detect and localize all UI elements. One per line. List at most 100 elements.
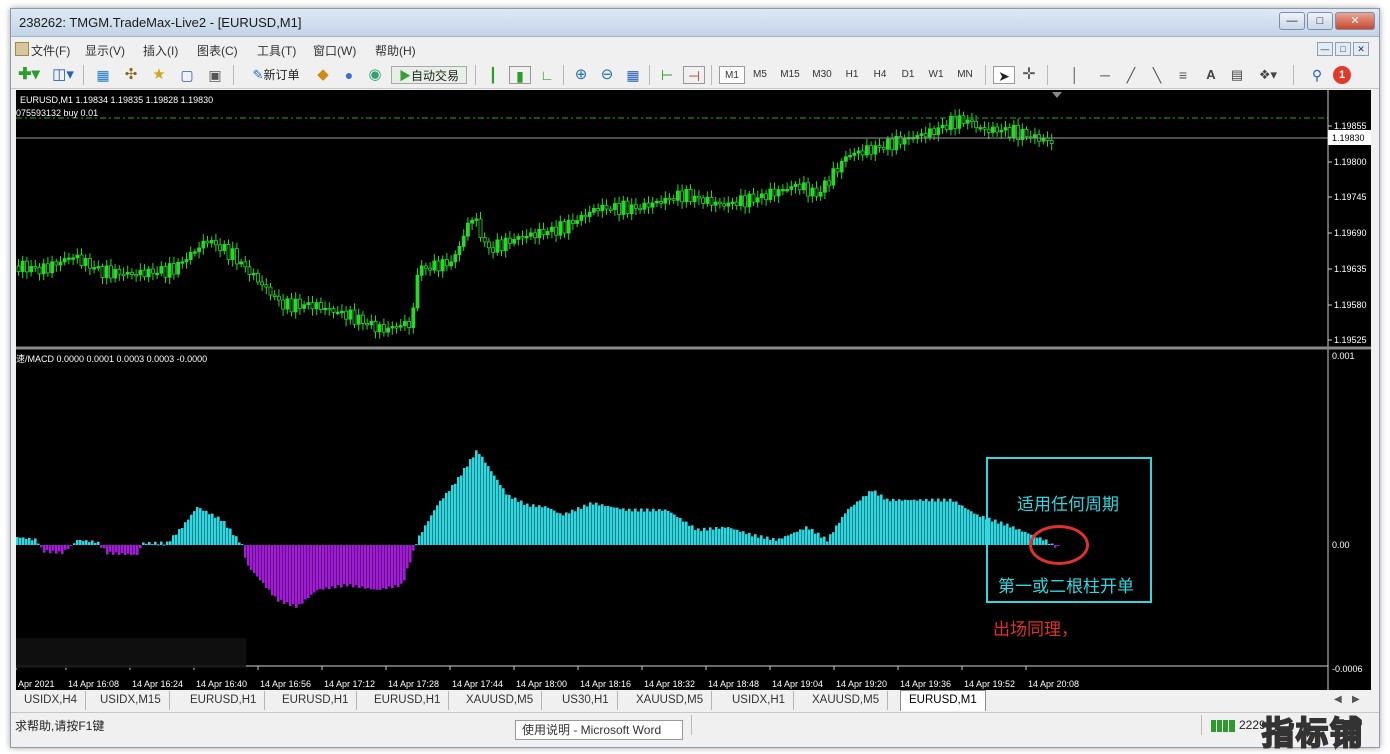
- tab-scroll-right-icon[interactable]: ▶: [1352, 694, 1360, 705]
- candle-body: [146, 268, 151, 278]
- navigator-icon[interactable]: ✣: [121, 66, 141, 84]
- maximize-button[interactable]: □: [1307, 12, 1333, 30]
- menu-help[interactable]: 帮助(H): [375, 42, 416, 59]
- chart-shift-marker[interactable]: [1052, 92, 1062, 98]
- zoom-in-icon[interactable]: ⊕: [571, 66, 591, 84]
- candlestick-chart-icon[interactable]: ▮: [509, 66, 531, 84]
- macd-bar: [790, 533, 793, 545]
- mdi-restore-button[interactable]: □: [1335, 42, 1351, 56]
- timeframe-h4-button[interactable]: H4: [867, 66, 893, 84]
- zoom-out-icon[interactable]: ⊖: [597, 66, 617, 84]
- profiles-icon[interactable]: ◫▾: [49, 66, 77, 84]
- crosshair-icon[interactable]: ✛: [1019, 66, 1039, 84]
- timeframe-m5-button[interactable]: M5: [747, 66, 773, 84]
- bar-chart-icon[interactable]: ┃: [483, 66, 503, 84]
- auto-trade-button[interactable]: ▶自动交易: [391, 66, 467, 84]
- toolbar: ✚▾ ◫▾ ▦ ✣ ★ ▢ ▣ ✎新订单 ◆ ● ◉ ▶自动交易 ┃ ▮ ∟ ⊕…: [11, 61, 1379, 89]
- timeframe-m30-button[interactable]: M30: [807, 66, 837, 84]
- mdi-minimize-button[interactable]: —: [1317, 42, 1333, 56]
- strategy-tester-icon[interactable]: ▣: [205, 66, 225, 84]
- tab-eurusd-h1[interactable]: EURUSD,H1: [182, 691, 266, 710]
- time-label: 14 Apr 18:00: [516, 679, 567, 689]
- chart-area[interactable]: EURUSD,M1 1.19834 1.19835 1.19828 1.1983…: [16, 90, 1371, 690]
- tab-usidx-h4[interactable]: USIDX,H4: [16, 691, 87, 710]
- tab-usidx-m15[interactable]: USIDX,M15: [92, 691, 170, 710]
- macd-bar: [232, 535, 235, 545]
- tab-xauusd-m5[interactable]: XAUUSD,M5: [458, 691, 543, 710]
- market-globe-icon[interactable]: ◉: [365, 66, 385, 84]
- text-tool-button[interactable]: A: [1201, 66, 1221, 84]
- tab-eurusd-h1[interactable]: EURUSD,H1: [274, 691, 358, 710]
- minimize-button[interactable]: —: [1279, 12, 1305, 30]
- line-chart-icon[interactable]: ∟: [537, 66, 557, 84]
- metaeditor-icon[interactable]: ◆: [313, 66, 333, 84]
- channel-icon[interactable]: ╲: [1147, 66, 1167, 84]
- auto-trade-icon: ▶: [398, 69, 411, 83]
- new-chart-icon[interactable]: ✚▾: [17, 66, 41, 84]
- timeframe-mn-button[interactable]: MN: [951, 66, 979, 84]
- taskbar-popup[interactable]: 使用说明 - Microsoft Word: [515, 720, 683, 740]
- connection-bars-icon[interactable]: [1211, 720, 1235, 732]
- macd-bar: [460, 475, 463, 545]
- macd-bar: [688, 525, 691, 545]
- macd-bar: [283, 545, 286, 604]
- favorites-icon[interactable]: ★: [149, 66, 169, 84]
- macd-bar: [499, 485, 502, 545]
- menu-view[interactable]: 显示(V): [85, 42, 125, 59]
- candle-body: [398, 325, 403, 328]
- macd-bar: [703, 527, 706, 545]
- tab-xauusd-m5[interactable]: XAUUSD,M5: [628, 691, 713, 710]
- tab-scroll-left-icon[interactable]: ◀: [1334, 694, 1342, 705]
- mdi-close-button[interactable]: ✕: [1353, 42, 1369, 56]
- timeframe-m15-button[interactable]: M15: [775, 66, 805, 84]
- macd-bar: [325, 545, 328, 588]
- trendline-icon[interactable]: ╱: [1121, 66, 1141, 84]
- candle-body: [818, 191, 823, 197]
- menu-window[interactable]: 窗口(W): [313, 42, 356, 59]
- search-icon[interactable]: ⚲: [1307, 66, 1327, 84]
- horizontal-line-icon[interactable]: ─: [1095, 66, 1115, 84]
- terminal-icon[interactable]: ▢: [177, 66, 197, 84]
- signals-icon[interactable]: ●: [339, 66, 359, 84]
- candle-body: [860, 150, 865, 156]
- fibonacci-icon[interactable]: ≡: [1173, 66, 1193, 84]
- auto-scroll-icon[interactable]: ⊢: [657, 66, 677, 84]
- timeframe-m1-button[interactable]: M1: [719, 66, 745, 84]
- cursor-icon[interactable]: ➤: [993, 66, 1015, 84]
- tab-eurusd-h1[interactable]: EURUSD,H1: [366, 691, 450, 710]
- macd-bar: [199, 508, 202, 545]
- app-icon[interactable]: [15, 42, 29, 56]
- annotation-open-order: 第一或二根柱开单: [998, 577, 1134, 597]
- text-label-icon[interactable]: ▤: [1227, 66, 1247, 84]
- timeframe-d1-button[interactable]: D1: [895, 66, 921, 84]
- candle-body: [218, 244, 223, 252]
- vertical-line-icon[interactable]: │: [1067, 66, 1083, 84]
- market-watch-icon[interactable]: ▦: [93, 66, 113, 84]
- blurred-overlay: [16, 638, 246, 668]
- tab-usidx-h1[interactable]: USIDX,H1: [724, 691, 795, 710]
- candle-body: [121, 273, 126, 277]
- menu-chart[interactable]: 图表(C): [197, 42, 238, 59]
- chart-svg[interactable]: EURUSD,M1 1.19834 1.19835 1.19828 1.1983…: [16, 90, 1371, 690]
- shapes-icon[interactable]: ❖▾: [1255, 66, 1281, 84]
- menu-tools[interactable]: 工具(T): [257, 42, 296, 59]
- macd-bar: [241, 544, 244, 546]
- chart-shift-icon[interactable]: ⊣: [683, 66, 705, 84]
- notification-badge[interactable]: 1: [1333, 66, 1351, 84]
- close-button[interactable]: ✕: [1335, 12, 1375, 30]
- tab-us30-h1[interactable]: US30,H1: [554, 691, 618, 710]
- tab-eurusd-m1[interactable]: EURUSD,M1: [900, 690, 986, 711]
- timeframe-w1-button[interactable]: W1: [923, 66, 949, 84]
- macd-bar: [475, 450, 478, 545]
- tab-xauusd-m5[interactable]: XAUUSD,M5: [804, 691, 889, 710]
- macd-bar: [733, 529, 736, 545]
- menu-insert[interactable]: 插入(I): [143, 42, 178, 59]
- macd-bar: [964, 508, 967, 545]
- candle-body: [134, 274, 138, 277]
- timeframe-h1-button[interactable]: H1: [839, 66, 865, 84]
- macd-bar: [649, 511, 652, 545]
- macd-bar: [457, 477, 460, 545]
- tile-windows-icon[interactable]: ▦: [623, 66, 643, 84]
- new-order-button[interactable]: ✎新订单: [241, 66, 311, 84]
- menu-file[interactable]: 文件(F): [31, 42, 70, 59]
